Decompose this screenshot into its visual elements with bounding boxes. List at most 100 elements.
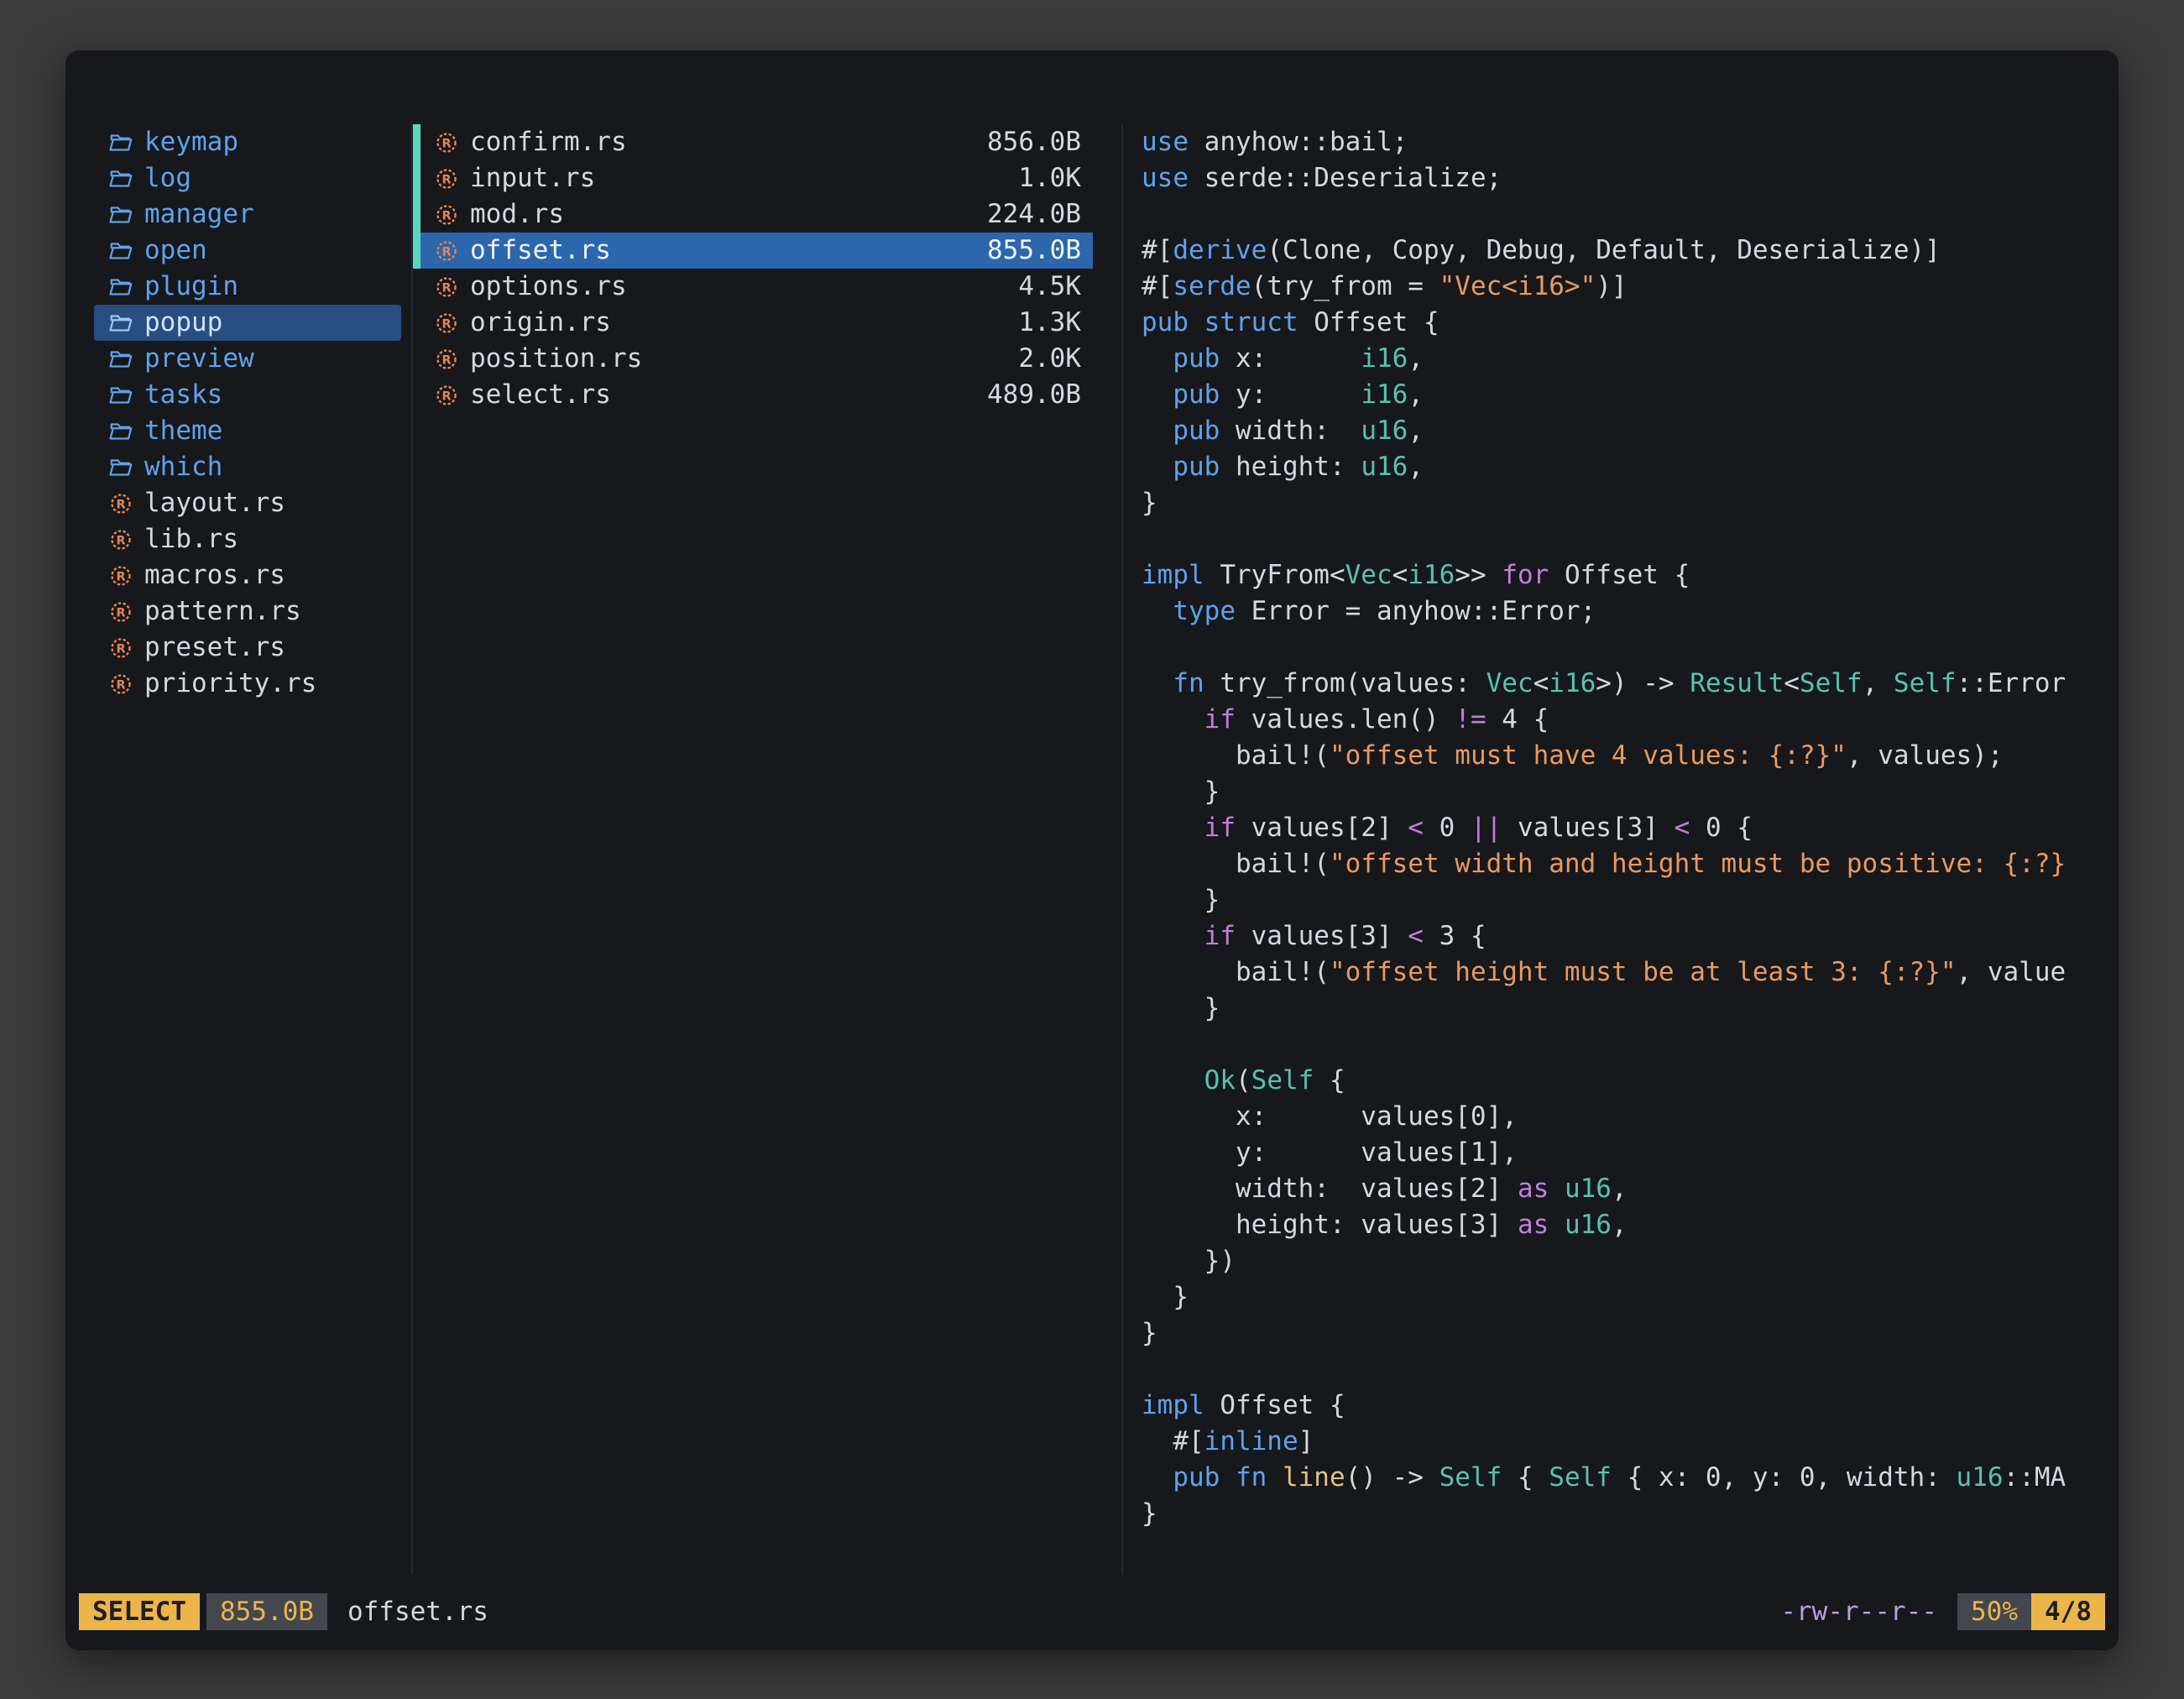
code-line: pub y: i16, bbox=[1142, 377, 2095, 413]
rust-file-icon: R bbox=[107, 599, 134, 625]
sidebar-item-label: which bbox=[144, 449, 222, 485]
file-name: mod.rs bbox=[470, 196, 564, 233]
svg-text:R: R bbox=[116, 534, 125, 547]
code-line: #[serde(try_from = "Vec<i16>")] bbox=[1142, 269, 2095, 305]
code-line: bail!("offset must have 4 values: {:?}",… bbox=[1142, 738, 2095, 774]
code-line: pub height: u16, bbox=[1142, 449, 2095, 485]
sidebar-item[interactable]: R preview bbox=[94, 341, 401, 377]
file-row[interactable]: R origin.rs 1.3K bbox=[413, 305, 1093, 341]
file-name: options.rs bbox=[470, 269, 627, 305]
code-line: pub fn line() -> Self { Self { x: 0, y: … bbox=[1142, 1460, 2095, 1496]
svg-text:R: R bbox=[442, 137, 451, 150]
code-line: pub width: u16, bbox=[1142, 413, 2095, 449]
code-line bbox=[1142, 1027, 2095, 1063]
code-line: bail!("offset width and height must be p… bbox=[1142, 846, 2095, 882]
sidebar-item[interactable]: R log bbox=[94, 160, 401, 196]
folder-icon bbox=[107, 418, 134, 445]
rust-file-icon: R bbox=[107, 635, 134, 661]
sidebar-item-label: plugin bbox=[144, 269, 238, 305]
rust-file-icon: R bbox=[433, 238, 460, 264]
file-size: 224.0B bbox=[987, 196, 1081, 233]
svg-text:R: R bbox=[442, 173, 451, 186]
file-name: offset.rs bbox=[470, 233, 611, 269]
sidebar-item-label: tasks bbox=[144, 377, 222, 413]
sidebar-item[interactable]: R manager bbox=[94, 196, 401, 233]
file-row[interactable]: R position.rs 2.0K bbox=[413, 341, 1093, 377]
sidebar-item[interactable]: R preset.rs bbox=[94, 630, 401, 666]
rust-file-icon: R bbox=[433, 165, 460, 192]
file-size: 489.0B bbox=[987, 377, 1081, 413]
sidebar-item[interactable]: R pattern.rs bbox=[94, 593, 401, 630]
sidebar-item-label: log bbox=[144, 160, 191, 196]
folder-icon bbox=[107, 310, 134, 337]
rust-file-icon: R bbox=[433, 129, 460, 156]
sidebar-item[interactable]: R priority.rs bbox=[94, 666, 401, 702]
code-line: } bbox=[1142, 882, 2095, 918]
scroll-percent-badge: 50% bbox=[1957, 1593, 2031, 1630]
svg-text:R: R bbox=[442, 245, 451, 259]
code-preview-panel: use anyhow::bail;use serde::Deserialize;… bbox=[1142, 124, 2095, 1550]
file-size: 855.0B bbox=[987, 233, 1081, 269]
sidebar-item[interactable]: R macros.rs bbox=[94, 557, 401, 593]
terminal-window: R keymap R log bbox=[65, 50, 2119, 1650]
rust-file-icon: R bbox=[107, 671, 134, 698]
code-line: x: values[0], bbox=[1142, 1099, 2095, 1135]
code-line: pub struct Offset { bbox=[1142, 305, 2095, 341]
code-line: bail!("offset height must be at least 3:… bbox=[1142, 954, 2095, 991]
file-row[interactable]: R confirm.rs 856.0B bbox=[413, 124, 1093, 160]
code-line: } bbox=[1142, 1315, 2095, 1351]
sidebar-item[interactable]: R keymap bbox=[94, 124, 401, 160]
file-size: 1.0K bbox=[1018, 160, 1081, 196]
folder-icon bbox=[107, 165, 134, 192]
code-line bbox=[1142, 630, 2095, 666]
file-name: input.rs bbox=[470, 160, 595, 196]
status-filename: offset.rs bbox=[347, 1594, 489, 1630]
rust-file-icon: R bbox=[433, 310, 460, 337]
file-name: confirm.rs bbox=[470, 124, 627, 160]
parent-dir-panel: R keymap R log bbox=[94, 124, 406, 702]
file-row[interactable]: R options.rs 4.5K bbox=[413, 269, 1093, 305]
file-name: select.rs bbox=[470, 377, 611, 413]
folder-icon bbox=[107, 201, 134, 228]
sidebar-item[interactable]: R lib.rs bbox=[94, 521, 401, 557]
svg-text:R: R bbox=[442, 281, 451, 295]
file-row[interactable]: R input.rs 1.0K bbox=[413, 160, 1093, 196]
file-name: position.rs bbox=[470, 341, 642, 377]
svg-text:R: R bbox=[116, 606, 125, 619]
sidebar-item[interactable]: R which bbox=[94, 449, 401, 485]
code-line: type Error = anyhow::Error; bbox=[1142, 593, 2095, 630]
sidebar-item-label: priority.rs bbox=[144, 666, 316, 702]
file-size: 2.0K bbox=[1018, 341, 1081, 377]
sidebar-item[interactable]: R open bbox=[94, 233, 401, 269]
code-line: pub x: i16, bbox=[1142, 341, 2095, 377]
sidebar-item[interactable]: R popup bbox=[94, 305, 401, 341]
code-line: fn try_from(values: Vec<i16>) -> Result<… bbox=[1142, 666, 2095, 702]
sidebar-item[interactable]: R plugin bbox=[94, 269, 401, 305]
code-line: } bbox=[1142, 1279, 2095, 1315]
code-line: if values[2] < 0 || values[3] < 0 { bbox=[1142, 810, 2095, 846]
code-line: #[inline] bbox=[1142, 1424, 2095, 1460]
file-size: 4.5K bbox=[1018, 269, 1081, 305]
svg-text:R: R bbox=[116, 570, 125, 583]
sidebar-item-label: preset.rs bbox=[144, 630, 285, 666]
code-line bbox=[1142, 1351, 2095, 1388]
sidebar-item-label: open bbox=[144, 233, 207, 269]
file-row[interactable]: R mod.rs 224.0B bbox=[413, 196, 1093, 233]
svg-text:R: R bbox=[442, 389, 451, 403]
sidebar-item-label: manager bbox=[144, 196, 254, 233]
sidebar-item[interactable]: R theme bbox=[94, 413, 401, 449]
folder-icon bbox=[107, 274, 134, 301]
sidebar-item-label: pattern.rs bbox=[144, 593, 301, 630]
file-row[interactable]: R offset.rs 855.0B bbox=[413, 233, 1093, 269]
folder-icon bbox=[107, 346, 134, 373]
code-line: width: values[2] as u16, bbox=[1142, 1171, 2095, 1207]
code-line: #[derive(Clone, Copy, Debug, Default, De… bbox=[1142, 233, 2095, 269]
code-line: }) bbox=[1142, 1243, 2095, 1279]
folder-icon bbox=[107, 129, 134, 156]
code-line bbox=[1142, 196, 2095, 233]
sidebar-item[interactable]: R tasks bbox=[94, 377, 401, 413]
svg-text:R: R bbox=[116, 642, 125, 656]
sidebar-item[interactable]: R layout.rs bbox=[94, 485, 401, 521]
svg-text:R: R bbox=[442, 353, 451, 367]
file-row[interactable]: R select.rs 489.0B bbox=[413, 377, 1093, 413]
